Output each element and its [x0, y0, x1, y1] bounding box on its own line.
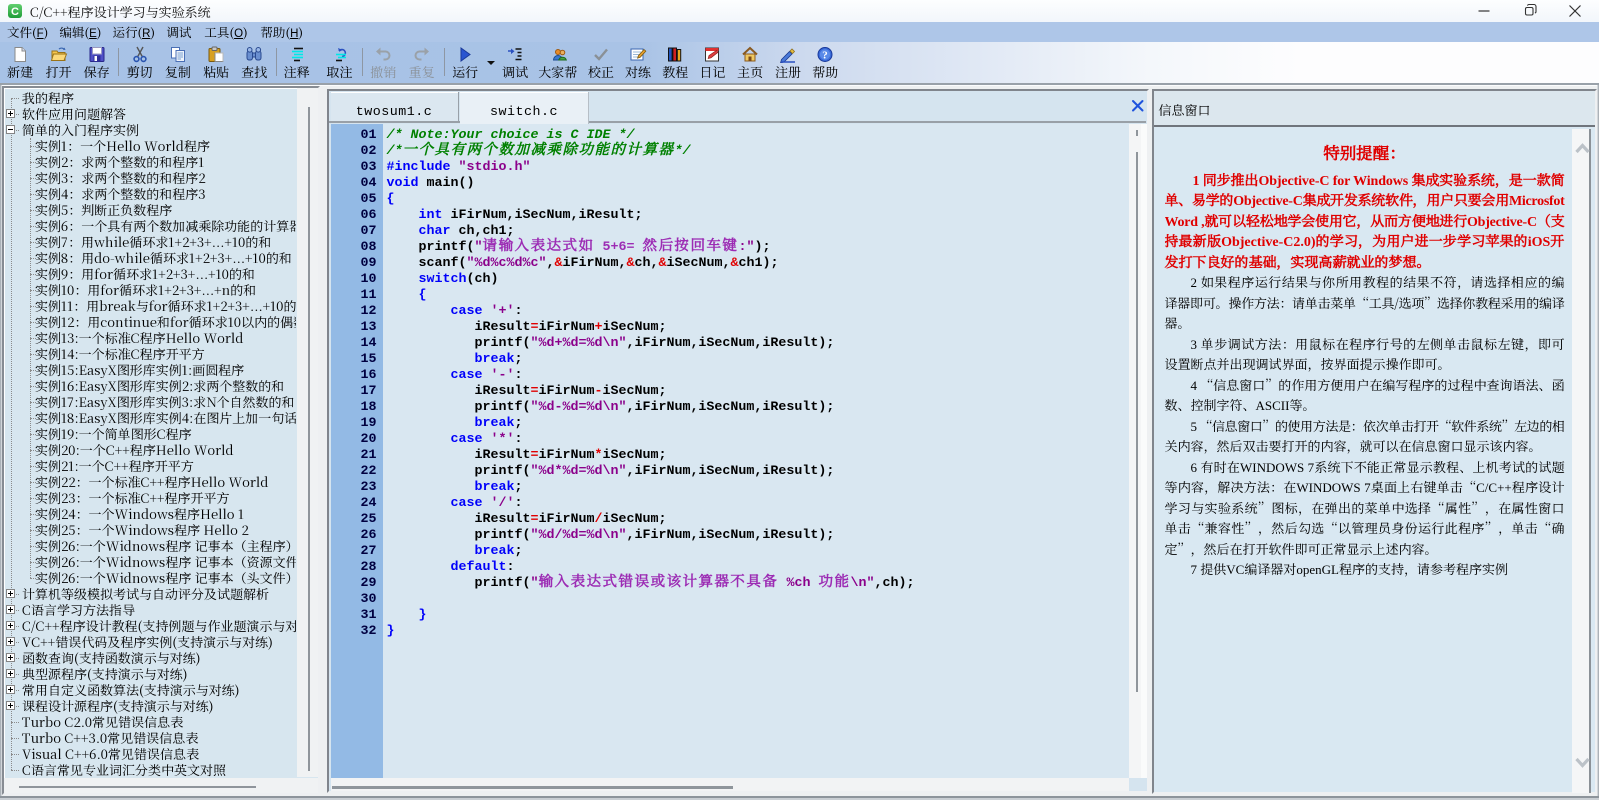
svg-text:?: ?	[822, 50, 828, 62]
svg-text:C: C	[11, 6, 19, 18]
